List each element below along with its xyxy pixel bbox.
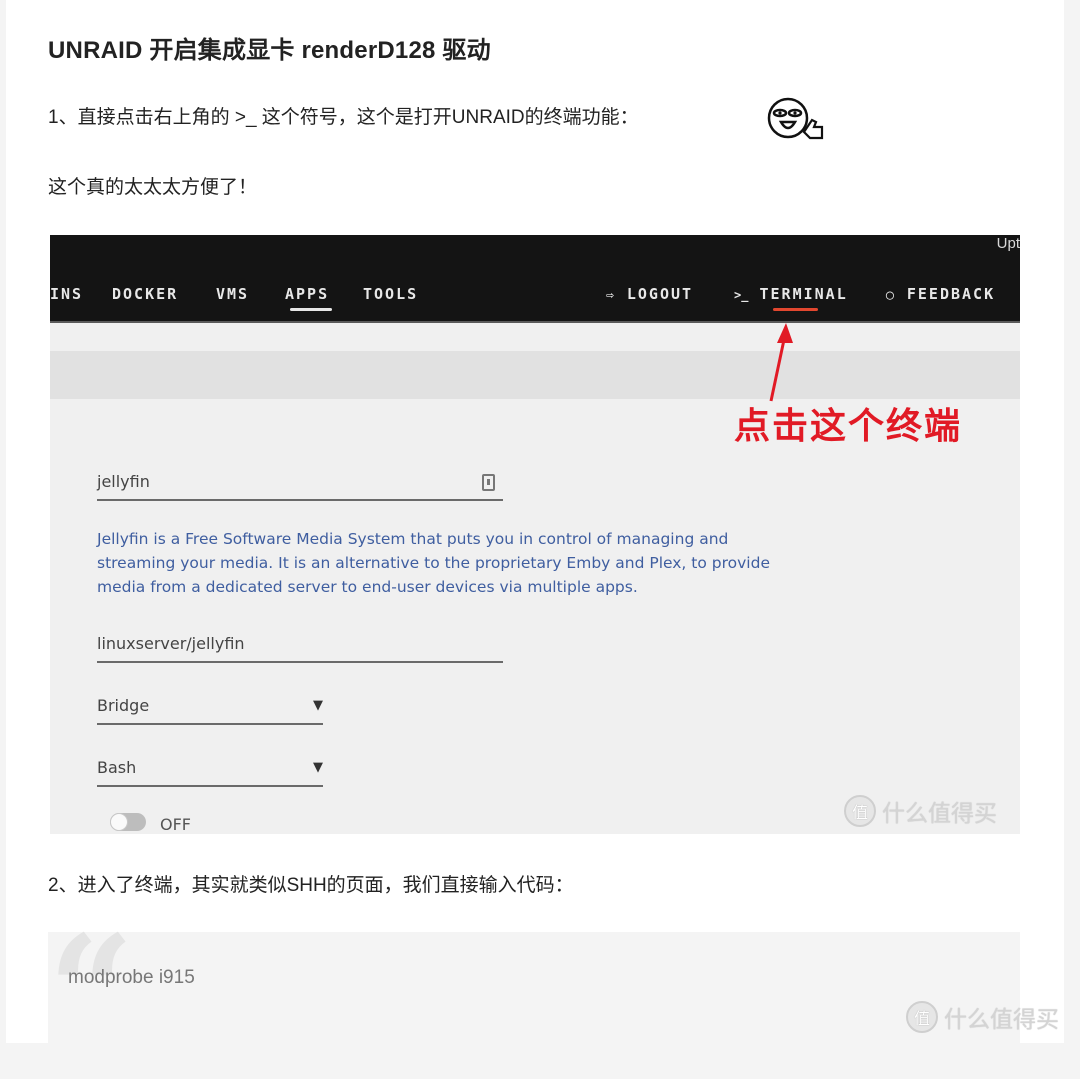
repository-value: linuxserver/jellyfin — [97, 634, 245, 653]
terminal-button[interactable]: >_ TERMINAL — [734, 285, 848, 303]
logout-icon: ⇨ — [606, 288, 616, 303]
network-type-value: Bridge — [97, 696, 150, 715]
watermark-text: 什么值得买 — [944, 1006, 1059, 1032]
quote-mark-icon: “ — [48, 903, 135, 1079]
watermark-text: 什么值得买 — [882, 800, 997, 826]
thumbs-up-face-emoji-icon — [767, 97, 824, 140]
nav-item-docker[interactable]: DOCKER — [112, 285, 178, 303]
network-type-select[interactable]: Bridge ▼ — [97, 691, 323, 725]
annotation-text: 点击这个终端 — [734, 405, 963, 446]
step-2-text: 2、进入了终端，其实就类似SHH的页面，我们直接输入代码： — [48, 875, 574, 896]
unraid-screenshot: Upt INS DOCKER VMS APPS TOOLS ⇨ LOGOUT >… — [50, 235, 1020, 834]
speech-bubble-icon: ◯ — [886, 288, 896, 303]
terminal-label: TERMINAL — [759, 285, 848, 303]
console-shell-value: Bash — [97, 758, 137, 777]
code-text: modprobe i915 — [68, 967, 195, 988]
code-quote-block: “ modprobe i915 — [48, 916, 1020, 1066]
step-1-text: 1、直接点击右上角的 >_ 这个符号，这个是打开UNRAID的终端功能： — [48, 107, 639, 128]
terminal-prompt-icon: >_ — [734, 288, 749, 302]
page-watermark: 值 什么值得买 — [906, 1000, 1059, 1034]
console-shell-select[interactable]: Bash ▼ — [97, 753, 323, 787]
feedback-label: FEEDBACK — [906, 285, 996, 303]
app-description: Jellyfin is a Free Software Media System… — [97, 530, 770, 596]
nav-item-apps[interactable]: APPS — [285, 285, 329, 303]
watermark-badge-icon: 值 — [906, 1001, 938, 1033]
nav-item-plugins[interactable]: INS — [50, 285, 83, 303]
chevron-down-icon: ▼ — [313, 698, 323, 713]
clipboard-icon[interactable] — [482, 474, 495, 491]
remark-text: 这个真的太太太方便了！ — [48, 177, 258, 198]
logout-label: LOGOUT — [626, 285, 694, 303]
container-name-value: jellyfin — [97, 472, 150, 491]
feedback-button[interactable]: ◯ FEEDBACK — [886, 285, 995, 303]
active-tab-indicator — [290, 308, 332, 311]
unraid-navbar: Upt INS DOCKER VMS APPS TOOLS ⇨ LOGOUT >… — [50, 235, 1020, 323]
watermark: 值 什么值得买 — [844, 794, 997, 828]
logout-button[interactable]: ⇨ LOGOUT — [606, 285, 693, 303]
repository-field[interactable]: linuxserver/jellyfin — [97, 629, 503, 663]
chevron-down-icon: ▼ — [313, 760, 323, 775]
nav-item-tools[interactable]: TOOLS — [363, 285, 418, 303]
toggle-label: OFF — [160, 815, 191, 834]
terminal-indicator — [773, 308, 818, 311]
watermark-badge-icon: 值 — [844, 795, 876, 827]
uptime-label: Upt — [996, 235, 1020, 252]
article-page: UNRAID 开启集成显卡 renderD128 驱动 1、直接点击右上角的 >… — [6, 0, 1064, 1066]
article-title: UNRAID 开启集成显卡 renderD128 驱动 — [48, 37, 491, 64]
toolbar-strip — [50, 351, 1020, 399]
nav-item-vms[interactable]: VMS — [216, 285, 249, 303]
toggle-knob — [110, 813, 128, 831]
privileged-toggle[interactable] — [110, 813, 146, 831]
container-name-field[interactable]: jellyfin — [97, 467, 503, 501]
